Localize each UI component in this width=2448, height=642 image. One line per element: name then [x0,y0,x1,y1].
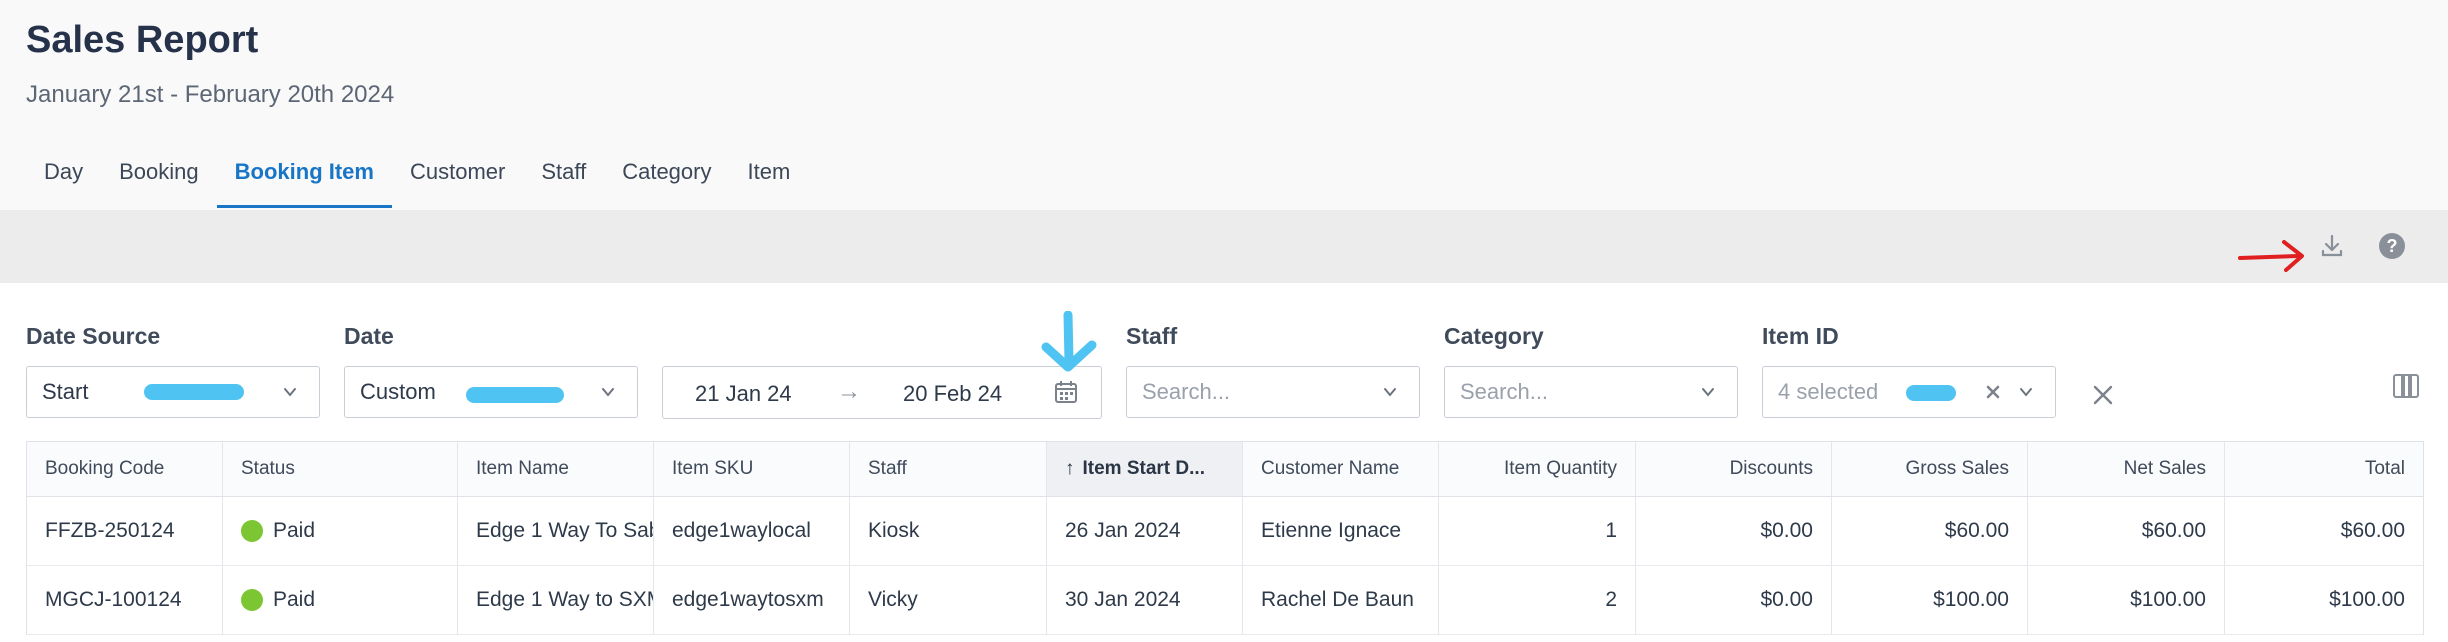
item-sku-cell: edge1waytosxm [654,566,850,634]
booking-code-cell: FFZB-250124 [27,497,223,565]
report-tabs: Day Booking Booking Item Customer Staff … [26,150,808,208]
arrow-right-icon: → [837,378,861,405]
help-icon[interactable]: ? [2376,230,2408,262]
staff-label: Staff [1126,323,1178,349]
item-name-cell: Edge 1 Way to SXM [458,566,654,634]
customer-name-cell: Etienne Ignace [1243,497,1439,565]
discounts-cell: $0.00 [1636,497,1832,565]
status-cell: Paid [223,566,458,634]
tab-day[interactable]: Day [26,150,101,206]
annotation-scribble [466,387,564,403]
gross-sales-cell: $100.00 [1832,566,2028,634]
tab-staff[interactable]: Staff [523,150,604,206]
tab-category[interactable]: Category [604,150,729,206]
reset-filters-icon[interactable] [2092,384,2114,406]
tab-booking[interactable]: Booking [101,150,217,206]
report-panel: Date Source Start Date Custom 21 Jan 24 … [0,283,2448,642]
discounts-cell: $0.00 [1636,566,1832,634]
calendar-icon[interactable] [1053,379,1079,405]
chevron-down-icon [1384,388,1396,397]
item-name-cell: Edge 1 Way To Sab [458,497,654,565]
date-range-picker[interactable]: 21 Jan 24 → 20 Feb 24 [662,366,1102,419]
clear-selection-icon[interactable] [1985,384,2001,400]
date-range-start[interactable]: 21 Jan 24 [695,381,792,407]
item-start-date-cell: 30 Jan 2024 [1047,566,1243,634]
staff-cell: Vicky [850,566,1047,634]
category-label: Category [1444,323,1544,349]
status-dot-icon [241,589,263,611]
columns-icon[interactable] [2392,372,2420,400]
total-cell: $60.00 [2340,519,2405,542]
staff-cell: Kiosk [850,497,1047,565]
svg-text:?: ? [2387,236,2398,256]
date-label: Date [344,323,394,349]
column-header[interactable]: Total [2225,442,2423,496]
column-header-sorted[interactable]: ↑ Item Start D... [1047,442,1243,496]
category-search-placeholder: Search... [1460,379,1549,404]
item-quantity-cell: 2 [1439,566,1636,634]
booking-items-table: Booking Code Status Item Name Item SKU S… [26,441,2424,635]
item-start-date-cell: 26 Jan 2024 [1047,497,1243,565]
download-icon[interactable] [2316,230,2348,262]
report-toolbar: ? [0,210,2448,283]
customer-name-cell: Rachel De Baun [1243,566,1439,634]
date-source-label: Date Source [26,323,161,349]
total-cell: $100.00 [2329,588,2405,611]
table-header: Booking Code Status Item Name Item SKU S… [27,442,2423,497]
chevron-down-icon [2020,388,2032,397]
column-header[interactable]: Net Sales [2028,442,2225,496]
annotation-scribble [1906,385,1956,401]
net-sales-cell: $100.00 [2028,566,2225,634]
staff-search-placeholder: Search... [1142,379,1231,404]
annotation-arrow-right [2238,240,2304,272]
column-header[interactable]: Item Name [458,442,654,496]
annotation-scribble [144,384,244,400]
column-header[interactable]: Gross Sales [1832,442,2028,496]
tab-booking-item[interactable]: Booking Item [216,150,392,208]
annotation-arrow-down [1041,311,1097,372]
booking-code-cell: MGCJ-100124 [27,566,223,634]
sort-ascending-icon: ↑ [1065,458,1075,479]
table-row[interactable]: MGCJ-100124 Paid Edge 1 Way to SXM edge1… [27,566,2423,635]
column-header[interactable]: Item SKU [654,442,850,496]
status-label: Paid [273,588,316,611]
report-header: Sales Report January 21st - February 20t… [26,18,394,110]
page-title: Sales Report [26,19,259,61]
report-date-range: January 21st - February 20th 2024 [26,81,395,108]
date-range-end[interactable]: 20 Feb 24 [903,381,1002,407]
tab-item[interactable]: Item [729,150,808,206]
column-header[interactable]: Item Quantity [1439,442,1636,496]
item-sku-cell: edge1waylocal [654,497,850,565]
category-select[interactable]: Search... [1444,366,1738,418]
gross-sales-cell: $60.00 [1832,497,2028,565]
chevron-down-icon [1702,388,1714,397]
column-header[interactable]: Customer Name [1243,442,1439,496]
item-id-label: Item ID [1762,323,1839,349]
table-row[interactable]: FFZB-250124 Paid Edge 1 Way To Sab edge1… [27,497,2423,566]
staff-select[interactable]: Search... [1126,366,1420,418]
status-cell: Paid [223,497,458,565]
tab-customer[interactable]: Customer [392,150,523,206]
chevron-down-icon [602,388,614,397]
column-header[interactable]: Discounts [1636,442,1832,496]
column-header[interactable]: Staff [850,442,1047,496]
item-quantity-cell: 1 [1439,497,1636,565]
column-header[interactable]: Booking Code [27,442,223,496]
status-dot-icon [241,520,263,542]
column-header-label: Item Start D... [1082,458,1205,479]
net-sales-cell: $60.00 [2028,497,2225,565]
status-label: Paid [273,519,316,542]
column-header[interactable]: Status [223,442,458,496]
chevron-down-icon [284,388,296,397]
